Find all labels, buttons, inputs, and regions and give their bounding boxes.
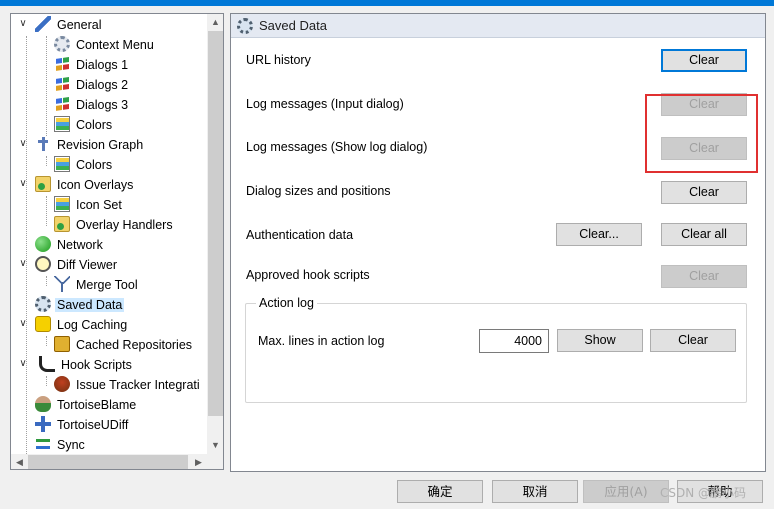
wrench-icon [35, 15, 51, 32]
saved-data-icon [35, 295, 51, 312]
annotation-highlight-box [645, 94, 758, 173]
tree-item-sync[interactable]: Sync [35, 434, 87, 454]
revision-graph-icon [35, 135, 51, 152]
tree-content: ∨ General Context Menu Dialogs 1 Dialogs… [11, 14, 207, 454]
tree-item-log-caching[interactable]: ∨ Log Caching [19, 314, 129, 334]
chevron-down-icon[interactable]: ∨ [17, 174, 29, 194]
panel-header: Saved Data [231, 14, 765, 38]
apply-button[interactable]: 应用(A) [583, 480, 669, 503]
scroll-left-icon[interactable]: ◀ [11, 454, 28, 469]
windows-icon [54, 54, 70, 73]
palette-icon [54, 115, 70, 132]
tree-item-hook-scripts[interactable]: ∨ Hook Scripts [19, 354, 134, 374]
log-show-label: Log messages (Show log dialog) [246, 140, 428, 154]
url-history-label: URL history [246, 53, 311, 67]
tree-item-tortoiseudiff[interactable]: TortoiseUDiff [35, 414, 130, 434]
tree-line [46, 276, 47, 286]
windows-icon [54, 74, 70, 93]
chevron-down-icon[interactable]: ∨ [17, 314, 29, 334]
tree-line [26, 36, 27, 454]
tree-item-cached-repositories[interactable]: Cached Repositories [54, 334, 194, 354]
saved-data-panel: Saved Data URL history Clear Log message… [230, 13, 766, 472]
tree-item-overlay-handlers[interactable]: Overlay Handlers [54, 214, 175, 234]
magnifier-icon [35, 255, 51, 272]
show-action-log-button[interactable]: Show [557, 329, 643, 352]
palette-icon [54, 195, 70, 212]
hook-icon [39, 355, 55, 372]
overlay-icon [54, 215, 70, 232]
page-title: Saved Data [259, 18, 327, 33]
settings-tree[interactable]: ∨ General Context Menu Dialogs 1 Dialogs… [10, 13, 224, 470]
clear-url-history-button[interactable]: Clear [661, 49, 747, 72]
scroll-down-icon[interactable]: ▼ [207, 437, 223, 454]
action-log-legend: Action log [256, 296, 317, 310]
udiff-icon [35, 415, 51, 432]
blame-icon [35, 395, 51, 412]
merge-icon [54, 275, 70, 292]
tree-line [46, 156, 47, 166]
tree-item-issue-tracker[interactable]: Issue Tracker Integrati [54, 374, 202, 394]
chevron-down-icon[interactable]: ∨ [17, 354, 29, 374]
scroll-right-icon[interactable]: ▶ [190, 454, 207, 469]
cancel-button[interactable]: 取消 [492, 480, 578, 503]
tree-horizontal-scrollbar[interactable]: ◀ ▶ [11, 454, 207, 469]
tree-item-icon-set[interactable]: Icon Set [54, 194, 124, 214]
tree-line [46, 376, 47, 386]
scroll-thumb-horizontal[interactable] [28, 455, 188, 469]
tree-line [46, 196, 47, 226]
action-log-group: Action log Max. lines in action log 4000… [245, 296, 747, 403]
tree-item-diff-viewer[interactable]: ∨ Diff Viewer [19, 254, 119, 274]
tree-item-icon-overlays[interactable]: ∨ Icon Overlays [19, 174, 135, 194]
max-lines-label: Max. lines in action log [258, 334, 385, 348]
tree-vertical-scrollbar[interactable]: ▲ ▼ [207, 14, 223, 454]
hook-scripts-label: Approved hook scripts [246, 268, 370, 282]
chevron-down-icon[interactable]: ∨ [17, 254, 29, 274]
scrollbar-corner [207, 454, 223, 469]
clear-dialog-sizes-button[interactable]: Clear [661, 181, 747, 204]
sync-icon [35, 435, 51, 452]
cached-repo-icon [54, 335, 70, 352]
tree-item-network[interactable]: Network [35, 234, 105, 254]
log-input-label: Log messages (Input dialog) [246, 97, 404, 111]
overlay-icon [35, 175, 51, 192]
chevron-down-icon[interactable]: ∨ [17, 134, 29, 154]
window-top-border [0, 0, 774, 6]
windows-icon [54, 94, 70, 113]
dialog-sizes-label: Dialog sizes and positions [246, 184, 391, 198]
tree-item-merge-tool[interactable]: Merge Tool [54, 274, 140, 294]
scroll-up-icon[interactable]: ▲ [207, 14, 223, 31]
globe-icon [35, 235, 51, 252]
clear-all-auth-button[interactable]: Clear all [661, 223, 747, 246]
tree-item-general[interactable]: ∨ General [19, 14, 103, 34]
tree-item-revision-graph[interactable]: ∨ Revision Graph [19, 134, 145, 154]
log-cache-icon [35, 315, 51, 332]
max-lines-input[interactable]: 4000 [479, 329, 549, 353]
clear-hook-scripts-button[interactable]: Clear [661, 265, 747, 288]
tree-item-dialogs-1[interactable]: Dialogs 1 [54, 54, 130, 74]
tree-line [46, 336, 47, 346]
clear-auth-data-button[interactable]: Clear... [556, 223, 642, 246]
tree-item-graph-colors[interactable]: Colors [54, 154, 114, 174]
saved-data-icon [237, 18, 253, 34]
tree-item-tortoiseblame[interactable]: TortoiseBlame [35, 394, 138, 414]
tree-line [46, 36, 47, 136]
scroll-thumb[interactable] [208, 31, 223, 416]
bug-icon [54, 375, 70, 392]
tree-item-context-menu[interactable]: Context Menu [54, 34, 156, 54]
watermark: CSDN @鹏小码 [660, 486, 747, 500]
palette-icon [54, 155, 70, 172]
auth-data-label: Authentication data [246, 228, 354, 242]
tree-item-dialogs-3[interactable]: Dialogs 3 [54, 94, 130, 114]
tree-item-saved-data[interactable]: Saved Data [35, 294, 125, 314]
tree-item-dialogs-2[interactable]: Dialogs 2 [54, 74, 130, 94]
tree-item-colors[interactable]: Colors [54, 114, 114, 134]
gear-icon [54, 35, 70, 52]
chevron-down-icon[interactable]: ∨ [17, 14, 29, 34]
ok-button[interactable]: 确定 [397, 480, 483, 503]
clear-action-log-button[interactable]: Clear [650, 329, 736, 352]
